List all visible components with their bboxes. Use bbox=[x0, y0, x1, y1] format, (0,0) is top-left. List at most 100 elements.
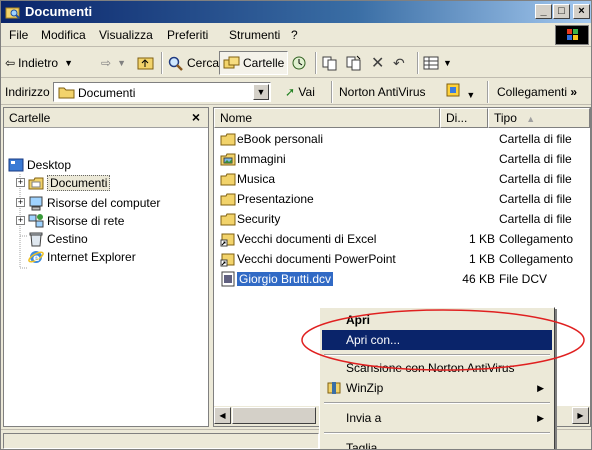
folders-button[interactable]: Cartelle bbox=[219, 51, 289, 75]
folder-icon bbox=[220, 213, 236, 226]
table-row[interactable]: Giorgio Brutti.dcv 46 KB File DCV bbox=[214, 270, 590, 288]
window-title: Documenti bbox=[25, 4, 93, 19]
table-row[interactable]: Musica Cartella di file bbox=[214, 170, 590, 188]
undo-button[interactable]: ↶ bbox=[393, 51, 405, 75]
context-scan-item[interactable]: Scansione con Norton AntiVirus bbox=[322, 358, 552, 378]
context-send-to-item[interactable]: Invia a ▶ bbox=[322, 408, 552, 428]
submenu-arrow-icon: ▶ bbox=[537, 413, 544, 423]
tree-item-internet-explorer[interactable]: e Internet Explorer bbox=[28, 248, 136, 266]
norton-antivirus-button[interactable]: Norton AntiVirus bbox=[339, 85, 426, 99]
back-button[interactable]: ⇦ Indietro ▼ bbox=[5, 51, 73, 75]
menu-help[interactable]: ? bbox=[291, 28, 298, 42]
move-to-icon bbox=[322, 56, 337, 71]
address-input[interactable]: Documenti ▼ bbox=[53, 82, 271, 102]
table-row[interactable]: Vecchi documenti PowerPoint 1 KB Collegame… bbox=[214, 250, 590, 268]
column-header-name[interactable]: Nome bbox=[214, 108, 440, 128]
shortcut-icon bbox=[220, 233, 235, 247]
menu-preferiti[interactable]: Preferiti bbox=[167, 28, 208, 42]
file-name: Immagini bbox=[237, 152, 286, 166]
forward-arrow-icon: ⇨ bbox=[101, 56, 112, 70]
views-button[interactable]: ▼ bbox=[423, 51, 452, 75]
table-row[interactable]: Immagini Cartella di file bbox=[214, 150, 590, 168]
tree-item-risorse-computer[interactable]: Risorse del computer bbox=[28, 194, 160, 212]
internet-explorer-icon: e bbox=[28, 251, 44, 264]
folder-icon bbox=[220, 173, 236, 186]
menu-visualizza[interactable]: Visualizza bbox=[99, 28, 153, 42]
norton-icon bbox=[446, 83, 460, 97]
expand-computer-icon[interactable]: + bbox=[16, 198, 25, 207]
close-button[interactable]: × bbox=[573, 4, 590, 19]
file-type: Collegamento bbox=[499, 232, 574, 246]
close-pane-icon[interactable]: × bbox=[192, 109, 200, 125]
context-separator bbox=[324, 354, 550, 356]
folder-icon bbox=[58, 87, 75, 99]
up-folder-button[interactable] bbox=[137, 51, 155, 75]
submenu-arrow-icon: ▶ bbox=[537, 383, 544, 393]
context-cut-item[interactable]: Taglia bbox=[322, 438, 552, 449]
minimize-button[interactable]: _ bbox=[535, 4, 552, 19]
file-name: Vecchi documenti PowerPoint bbox=[237, 252, 396, 266]
menu-file[interactable]: File bbox=[9, 28, 28, 42]
search-button[interactable]: Cerca bbox=[167, 51, 219, 75]
scroll-left-button[interactable]: ◀ bbox=[214, 407, 231, 424]
chevron-down-icon: ▼ bbox=[443, 58, 452, 68]
context-open-item[interactable]: Apri bbox=[322, 310, 552, 330]
file-size: 46 KB bbox=[462, 272, 495, 286]
expand-documenti-icon[interactable]: + bbox=[16, 178, 25, 187]
move-to-button[interactable] bbox=[321, 51, 339, 75]
file-size: 1 KB bbox=[468, 252, 495, 266]
windows-logo-icon bbox=[555, 25, 589, 45]
documents-folder-icon bbox=[28, 177, 44, 190]
maximize-button[interactable]: □ bbox=[553, 4, 570, 19]
links-button[interactable]: Collegamenti » bbox=[497, 85, 577, 99]
tree-item-cestino[interactable]: Cestino bbox=[28, 230, 88, 248]
go-button[interactable]: ➚ Vai bbox=[285, 85, 315, 99]
menu-strumenti[interactable]: Strumenti bbox=[229, 28, 280, 42]
toolbar: ⇦ Indietro ▼ ⇨ ▼ Cerca Cartelle ✕ ↶ ▼ bbox=[1, 48, 591, 78]
file-type: Collegamento bbox=[499, 252, 574, 266]
go-arrow-icon: ➚ bbox=[285, 85, 296, 99]
menu-modifica[interactable]: Modifica bbox=[41, 28, 86, 42]
scroll-right-button[interactable]: ▶ bbox=[572, 407, 589, 424]
folders-icon bbox=[223, 56, 240, 69]
context-winzip-item[interactable]: WinZip ▶ bbox=[322, 378, 552, 398]
chevron-down-icon: ▼ bbox=[64, 58, 74, 68]
address-dropdown-button[interactable]: ▼ bbox=[253, 84, 269, 100]
folder-icon bbox=[220, 133, 236, 146]
network-icon bbox=[28, 214, 44, 228]
folders-pane: Cartelle × Desktop + Documenti + Risorse… bbox=[3, 107, 209, 427]
tree-item-risorse-rete[interactable]: Risorse di rete bbox=[28, 212, 124, 230]
forward-button[interactable]: ⇨ ▼ bbox=[101, 51, 126, 75]
address-value: Documenti bbox=[78, 86, 136, 100]
toolbar-separator bbox=[417, 52, 419, 74]
tree-item-desktop[interactable]: Desktop bbox=[8, 156, 71, 174]
folder-icon bbox=[220, 193, 236, 206]
chevron-right-icon: » bbox=[570, 85, 578, 99]
recycle-bin-icon bbox=[29, 232, 43, 247]
tree-item-documenti[interactable]: Documenti bbox=[28, 174, 111, 192]
delete-button[interactable]: ✕ bbox=[371, 51, 384, 75]
context-open-with-item[interactable]: Apri con... bbox=[322, 330, 552, 350]
file-name: eBook personali bbox=[237, 132, 324, 146]
table-row[interactable]: Presentazione Cartella di file bbox=[214, 190, 590, 208]
expand-network-icon[interactable]: + bbox=[16, 216, 25, 225]
up-folder-icon bbox=[137, 57, 154, 70]
toolbar-separator bbox=[487, 81, 489, 103]
column-header-size[interactable]: Di... bbox=[440, 108, 488, 128]
history-button[interactable] bbox=[291, 51, 309, 75]
shortcut-icon bbox=[220, 253, 235, 267]
table-row[interactable]: eBook personali Cartella di file bbox=[214, 130, 590, 148]
toolbar-separator bbox=[161, 52, 163, 74]
scroll-thumb[interactable] bbox=[232, 407, 316, 424]
table-row[interactable]: Vecchi documenti di Excel 1 KB Collegament… bbox=[214, 230, 590, 248]
file-type: Cartella di file bbox=[499, 152, 572, 166]
copy-to-button[interactable] bbox=[345, 51, 363, 75]
file-size: 1 KB bbox=[468, 232, 495, 246]
folder-search-icon bbox=[5, 7, 20, 19]
column-header-type[interactable]: Tipo ▲ bbox=[488, 108, 590, 128]
file-type: File DCV bbox=[499, 272, 548, 286]
norton-menu-button[interactable]: ▼ bbox=[445, 82, 475, 101]
table-row[interactable]: Security Cartella di file bbox=[214, 210, 590, 228]
title-bar[interactable]: Documenti _ □ × bbox=[1, 1, 591, 23]
file-type: Cartella di file bbox=[499, 212, 572, 226]
